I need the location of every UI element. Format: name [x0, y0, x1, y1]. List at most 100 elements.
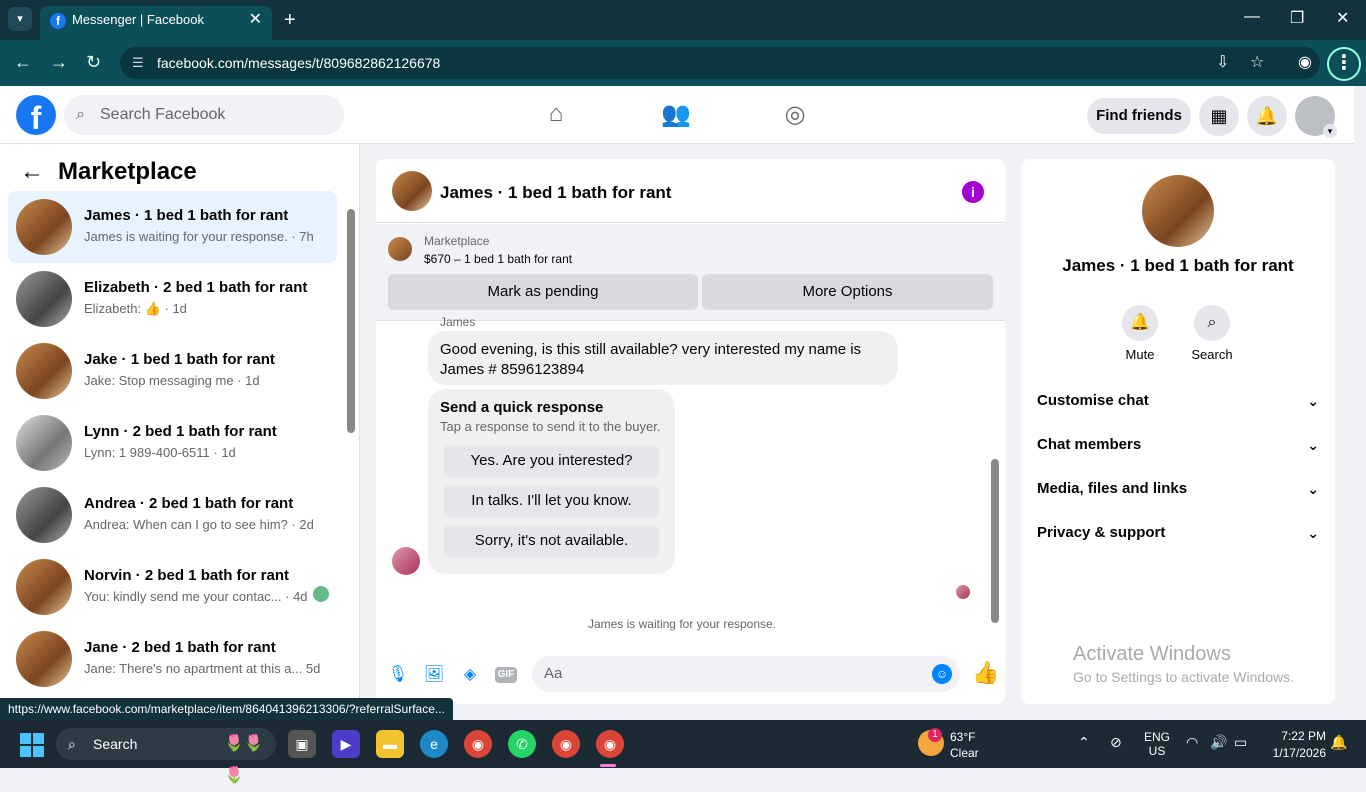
site-info-icon[interactable]: ☰: [132, 47, 144, 79]
file-explorer-icon[interactable]: ▬: [376, 730, 404, 758]
waiting-notice: James is waiting for your response.: [587, 617, 777, 631]
conversation-name: James · 1 bed 1 bath for rant: [84, 207, 289, 224]
address-bar-row: ← → ↻ ☰ facebook.com/messages/t/80968286…: [0, 40, 1366, 86]
conversation-preview: Andrea: When can I go to see him? · 2d: [84, 517, 314, 532]
battery-icon[interactable]: ▭: [1234, 734, 1247, 751]
browser-menu-icon[interactable]: ⋮: [1327, 47, 1361, 81]
quick-response-option[interactable]: In talks. I'll let you know.: [444, 485, 659, 517]
section-label: Privacy & support: [1037, 524, 1166, 541]
gif-icon[interactable]: GIF: [495, 667, 517, 683]
bookmark-star-icon[interactable]: ☆: [1250, 47, 1264, 79]
quick-response-option[interactable]: Yes. Are you interested?: [444, 445, 659, 477]
listing-thumbnail[interactable]: [388, 237, 412, 261]
notification-bell-icon[interactable]: 🔔: [1330, 734, 1347, 751]
info-icon[interactable]: i: [962, 181, 984, 203]
mute-label: Mute: [1125, 347, 1155, 362]
message-author: James: [440, 315, 476, 329]
media-files-links-section[interactable]: Media, files and links ⌄: [1037, 469, 1319, 509]
facebook-search-input[interactable]: ⌕ Search Facebook: [64, 95, 344, 135]
more-options-button[interactable]: More Options: [702, 274, 993, 310]
groups-icon[interactable]: ◎: [780, 100, 810, 130]
menu-grid-icon[interactable]: ▦: [1199, 96, 1239, 136]
url-field[interactable]: ☰ facebook.com/messages/t/80968286212667…: [120, 47, 1320, 79]
section-label: Customise chat: [1037, 392, 1149, 409]
mark-as-pending-button[interactable]: Mark as pending: [388, 274, 698, 310]
back-arrow-icon[interactable]: ←: [14, 52, 32, 72]
active-app-indicator: [600, 764, 616, 767]
conversation-item[interactable]: Lynn · 2 bed 1 bath for rant Lynn: 1 989…: [8, 407, 337, 479]
minimize-icon[interactable]: —: [1244, 8, 1260, 26]
back-arrow-icon[interactable]: ←: [20, 158, 44, 185]
conversation-item[interactable]: Jane · 2 bed 1 bath for rant Jane: There…: [8, 623, 337, 695]
install-app-icon[interactable]: ⇩: [1216, 47, 1229, 79]
chat-avatar[interactable]: [392, 171, 432, 211]
wifi-icon[interactable]: ◠: [1186, 734, 1198, 751]
quick-response-option[interactable]: Sorry, it's not available.: [444, 525, 659, 557]
activate-windows-subtext: Go to Settings to activate Windows.: [1073, 669, 1294, 685]
edge-icon[interactable]: e: [420, 730, 448, 758]
listing-avatar: [16, 487, 72, 543]
clock[interactable]: 7:22 PM 1/17/2026: [1264, 729, 1326, 760]
conversation-item[interactable]: Norvin · 2 bed 1 bath for rant You: kind…: [8, 551, 337, 623]
photo-icon[interactable]: 🖼: [423, 664, 445, 686]
message-input[interactable]: Aa ☺: [532, 656, 960, 692]
chat-title[interactable]: James · 1 bed 1 bath for rant: [440, 183, 671, 203]
thumbs-up-icon[interactable]: 👍: [972, 660, 999, 686]
chrome-icon[interactable]: ◉: [464, 730, 492, 758]
conversation-item[interactable]: Andrea · 2 bed 1 bath for rant Andrea: W…: [8, 479, 337, 551]
show-hidden-icons-chevron-icon[interactable]: ⌃: [1078, 734, 1090, 751]
new-tab-icon[interactable]: +: [284, 6, 296, 34]
meet-icon[interactable]: ▶: [332, 730, 360, 758]
page-scrollbar[interactable]: [1354, 86, 1366, 720]
chat-details-pane: James · 1 bed 1 bath for rant 🔔 Mute ⌕ S…: [1021, 159, 1335, 704]
mute-button[interactable]: 🔔 Mute: [1110, 305, 1170, 362]
microphone-icon[interactable]: 🎙: [387, 664, 409, 686]
listing-avatar: [16, 343, 72, 399]
listing-price[interactable]: $670 – 1 bed 1 bath for rant: [424, 252, 572, 266]
profile-icon[interactable]: ◉: [1298, 47, 1312, 79]
url-text: facebook.com/messages/t/809682862126678: [157, 55, 441, 71]
close-window-icon[interactable]: ✕: [1336, 8, 1349, 28]
conversation-name: Jane · 2 bed 1 bath for rant: [84, 639, 276, 656]
chrome-active-icon[interactable]: ◉: [596, 730, 624, 758]
windows-start-icon[interactable]: [20, 733, 44, 757]
sticker-icon[interactable]: ◈: [459, 664, 481, 686]
privacy-support-section[interactable]: Privacy & support ⌄: [1037, 513, 1319, 553]
conversation-item[interactable]: Jake · 1 bed 1 bath for rant Jake: Stop …: [8, 335, 337, 407]
home-icon[interactable]: ⌂: [541, 100, 571, 130]
facebook-favicon-icon: f: [50, 13, 66, 29]
tab-search-chevron-icon[interactable]: ▾: [8, 7, 32, 31]
conversation-item[interactable]: James · 1 bed 1 bath for rant James is w…: [8, 191, 337, 263]
search-button[interactable]: ⌕ Search: [1182, 305, 1242, 362]
forward-arrow-icon[interactable]: →: [50, 52, 68, 72]
restore-icon[interactable]: ❐: [1290, 8, 1304, 28]
language-indicator[interactable]: ENG US: [1144, 730, 1170, 758]
weather-widget[interactable]: 1 63°F Clear: [918, 728, 998, 760]
facebook-logo-icon[interactable]: f: [16, 95, 56, 136]
marketplace-label: Marketplace: [424, 234, 490, 248]
chat-scrollbar[interactable]: [991, 459, 999, 623]
conversation-item[interactable]: Elizabeth · 2 bed 1 bath for rant Elizab…: [8, 263, 337, 335]
conversation-name: Lynn · 2 bed 1 bath for rant: [84, 423, 277, 440]
facebook-header: f ⌕ Search Facebook ⌂ 👥 ◎ Find friends ▦…: [0, 86, 1354, 144]
customise-chat-section[interactable]: Customise chat ⌄: [1037, 381, 1319, 421]
friends-icon[interactable]: 👥: [661, 100, 691, 130]
list-scrollbar[interactable]: [347, 209, 355, 433]
browser-tab[interactable]: f Messenger | Facebook ✕: [40, 6, 272, 40]
windows-taskbar: ⌕ Search 🌷🌷🌷 ▣ ▶ ▬ e ◉ ✆ ◉ ◉ 1 63°F Clea…: [0, 720, 1366, 784]
volume-icon[interactable]: 🔊: [1210, 734, 1227, 751]
network-off-icon[interactable]: ⊘: [1110, 734, 1122, 751]
whatsapp-icon[interactable]: ✆: [508, 730, 536, 758]
chat-members-section[interactable]: Chat members ⌄: [1037, 425, 1319, 465]
chrome-profile-icon[interactable]: ◉: [552, 730, 580, 758]
close-tab-icon[interactable]: ✕: [249, 6, 262, 34]
reload-icon[interactable]: ↻: [86, 52, 101, 72]
weather-badge: 1: [928, 728, 942, 742]
task-view-icon[interactable]: ▣: [288, 730, 316, 758]
notifications-bell-icon[interactable]: 🔔: [1247, 96, 1287, 136]
account-avatar[interactable]: ▾: [1295, 96, 1337, 138]
find-friends-button[interactable]: Find friends: [1087, 98, 1191, 134]
emoji-icon[interactable]: ☺: [932, 664, 952, 684]
time: 7:22 PM: [1281, 729, 1326, 743]
taskbar-search[interactable]: ⌕ Search 🌷🌷🌷: [56, 728, 276, 784]
